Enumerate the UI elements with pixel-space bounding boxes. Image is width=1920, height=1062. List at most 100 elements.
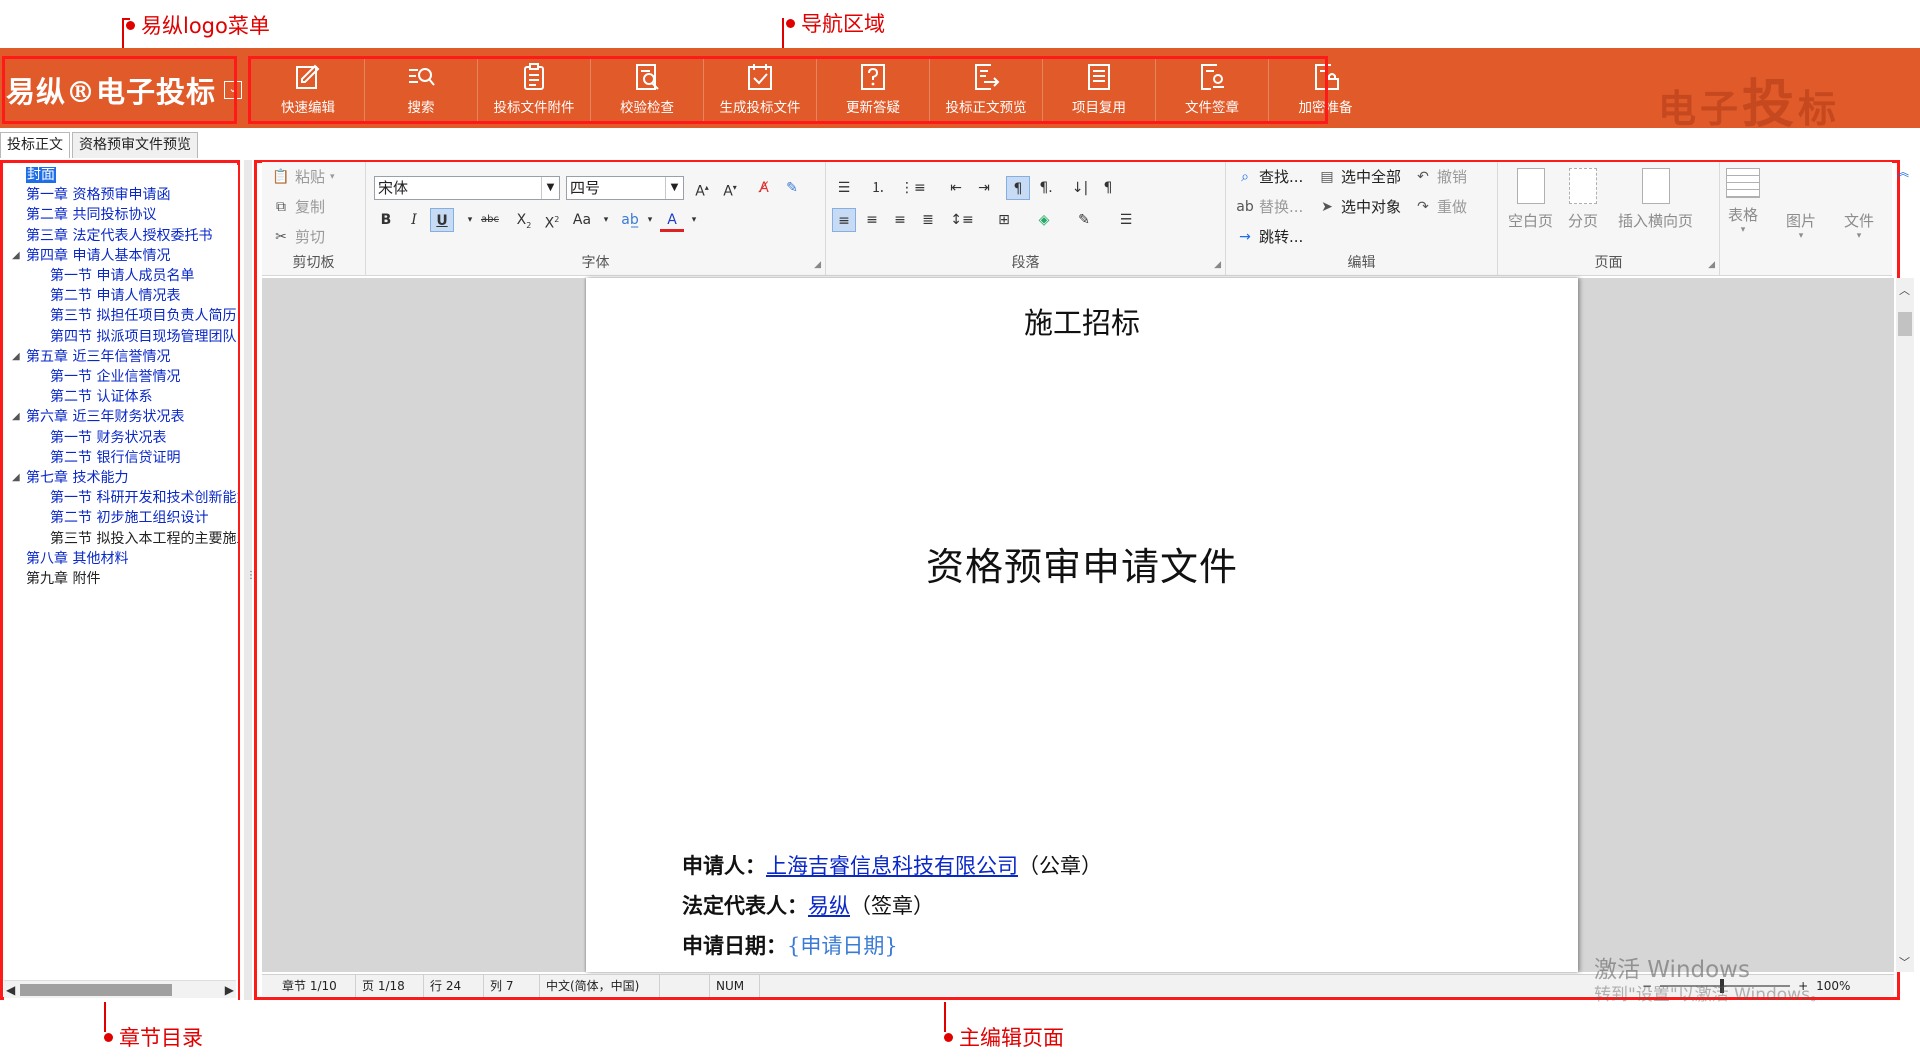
toc-section-item[interactable]: 第三节 拟担任项目负责人简历 xyxy=(50,306,236,326)
borders-icon[interactable]: ⊞ xyxy=(992,208,1016,232)
toc-section-item[interactable]: 第二节 认证体系 xyxy=(50,387,152,407)
bold-icon[interactable]: B xyxy=(374,208,398,232)
align-right-icon[interactable]: ≡ xyxy=(888,208,912,232)
nav-update-qa-button[interactable]: 更新答疑 xyxy=(817,56,930,122)
toc-chapter-item[interactable]: 第九章 附件 xyxy=(26,569,100,589)
toc-chapter-item[interactable]: ◢ 第六章 近三年财务状况表 xyxy=(12,407,184,427)
nav-search-button[interactable]: 搜索 xyxy=(365,56,478,122)
dialog-launcher-icon[interactable]: ◢ xyxy=(1708,260,1715,270)
expand-toggle-icon[interactable]: ◢ xyxy=(12,347,20,367)
toc-chapter-item[interactable]: 第三章 法定代表人授权委托书 xyxy=(26,226,212,246)
applicant-field[interactable]: 上海吉睿信息科技有限公司 xyxy=(766,854,1018,878)
dialog-launcher-icon[interactable]: ◢ xyxy=(814,260,821,270)
strikethrough-icon[interactable]: abc xyxy=(478,208,502,232)
bullet-list-icon[interactable]: ☰ xyxy=(832,176,856,200)
align-left-icon[interactable]: ≡ xyxy=(832,208,856,232)
sort-icon[interactable]: ↓| xyxy=(1068,176,1092,200)
change-case-icon[interactable]: Aa xyxy=(570,208,594,232)
expand-toggle-icon[interactable]: ◢ xyxy=(12,407,20,427)
paste-button[interactable]: 📋 粘贴 ▾ xyxy=(272,166,334,187)
scroll-up-icon[interactable]: ︿ xyxy=(1899,282,1910,298)
underline-icon[interactable]: U xyxy=(430,208,454,232)
toc-section-item[interactable]: 第一节 财务状况表 xyxy=(50,428,166,448)
undo-button[interactable]: ↶ 撤销 xyxy=(1414,166,1467,187)
increase-indent-icon[interactable]: ⇥ xyxy=(972,176,996,200)
dialog-launcher-icon[interactable]: ◢ xyxy=(1214,260,1221,270)
justify-icon[interactable]: ≣ xyxy=(916,208,940,232)
toc-section-item[interactable]: 第四节 拟派项目现场管理团队 xyxy=(50,327,236,347)
nav-attachments-button[interactable]: 投标文件附件 xyxy=(478,56,591,122)
shading-icon[interactable]: ◈ xyxy=(1032,208,1056,232)
cut-button[interactable]: ✂ 剪切 xyxy=(272,226,325,247)
page-break-button[interactable]: 分页 xyxy=(1568,168,1598,231)
date-field[interactable]: {申请日期} xyxy=(787,934,898,958)
toc-chapter-item[interactable]: ◢ 第五章 近三年信誉情况 xyxy=(12,347,170,367)
editor-vertical-scrollbar[interactable]: ︿ ﹀ xyxy=(1896,278,1914,972)
toc-chapter-item[interactable]: ◢ 第七章 技术能力 xyxy=(12,468,128,488)
toc-section-item[interactable]: 第一节 申请人成员名单 xyxy=(50,266,194,286)
toc-chapter-item[interactable]: 第二章 共同投标协议 xyxy=(26,205,156,225)
numbered-list-icon[interactable]: ⒈ xyxy=(866,176,890,200)
line-weight-icon[interactable]: ☰ xyxy=(1114,208,1138,232)
clear-format-icon[interactable]: A̸ xyxy=(752,176,776,200)
logo-menu[interactable]: 易纵®电子投标 ⌄ xyxy=(6,58,243,122)
nav-signature-button[interactable]: 文件签章 xyxy=(1156,56,1269,122)
find-button[interactable]: ⌕ 查找... xyxy=(1236,166,1303,187)
document-page[interactable]: ———————————————— 施工招标 资格预审申请文件 申请人：上海吉睿信… xyxy=(586,278,1578,972)
toc-chapter-item[interactable]: ◢ 第四章 申请人基本情况 xyxy=(12,246,170,266)
toc-section-item[interactable]: 第二节 初步施工组织设计 xyxy=(50,508,208,528)
file-button[interactable]: 文件 ▾ xyxy=(1844,168,1874,241)
collapse-ribbon-icon[interactable]: ︽ xyxy=(1897,163,1909,180)
expand-toggle-icon[interactable]: ◢ xyxy=(12,468,20,488)
redo-button[interactable]: ↷ 重做 xyxy=(1414,196,1467,217)
panel-splitter[interactable]: ⋮ xyxy=(244,160,256,1000)
scroll-down-icon[interactable]: ﹀ xyxy=(1899,954,1910,970)
nav-preview-button[interactable]: 投标正文预览 xyxy=(930,56,1043,122)
select-object-button[interactable]: ➤ 选中对象 xyxy=(1318,196,1401,217)
goto-button[interactable]: → 跳转... xyxy=(1236,226,1303,247)
tab-bid-body[interactable]: 投标正文 xyxy=(0,132,70,158)
grow-font-icon[interactable]: A▴ xyxy=(690,176,714,200)
toc-section-item[interactable]: 第二节 银行信贷证明 xyxy=(50,448,180,468)
table-button[interactable]: 表格 ▾ xyxy=(1726,168,1760,235)
multilevel-list-icon[interactable]: ⋮≡ xyxy=(900,176,926,200)
pen-border-icon[interactable]: ✎ xyxy=(1072,208,1096,232)
landscape-page-button[interactable]: 插入横向页 xyxy=(1618,168,1693,231)
tab-prequal-preview[interactable]: 资格预审文件预览 xyxy=(72,132,198,158)
replace-button[interactable]: ab 替换... xyxy=(1236,196,1303,217)
toc-section-item[interactable]: 第一节 企业信誉情况 xyxy=(50,367,180,387)
toc-section-item[interactable]: 第一节 科研开发和技术创新能力 xyxy=(50,488,238,508)
line-spacing-icon[interactable]: ↕≡ xyxy=(950,208,974,232)
show-marks-icon[interactable]: ¶ xyxy=(1096,176,1120,200)
toc-section-item[interactable]: 第二节 申请人情况表 xyxy=(50,286,180,306)
dropdown-icon[interactable]: ▾ xyxy=(638,208,662,232)
shrink-font-icon[interactable]: A▾ xyxy=(718,176,742,200)
representative-field[interactable]: 易纵 xyxy=(808,894,850,918)
copy-button[interactable]: ⧉ 复制 xyxy=(272,196,325,217)
format-painter-icon[interactable]: ✎ xyxy=(780,176,804,200)
nav-validate-button[interactable]: 校验检查 xyxy=(591,56,704,122)
font-size-select[interactable]: 四号 ▼ xyxy=(566,176,684,200)
toc-chapter-item[interactable]: 第八章 其他材料 xyxy=(26,549,128,569)
scroll-thumb[interactable] xyxy=(1898,312,1912,336)
dropdown-icon[interactable]: ▾ xyxy=(682,208,706,232)
scroll-thumb[interactable] xyxy=(20,984,172,996)
italic-icon[interactable]: I xyxy=(402,208,426,232)
expand-toggle-icon[interactable]: ◢ xyxy=(12,246,20,266)
select-all-button[interactable]: ▤ 选中全部 xyxy=(1318,166,1401,187)
toc-chapter-item[interactable]: 第一章 资格预审申请函 xyxy=(26,185,170,205)
scroll-right-icon[interactable]: ▶ xyxy=(225,983,234,997)
rtl-icon[interactable]: ¶. xyxy=(1034,176,1058,200)
decrease-indent-icon[interactable]: ⇤ xyxy=(944,176,968,200)
toc-section-item[interactable]: 第三节 拟投入本工程的主要施工 xyxy=(50,529,238,549)
subscript-icon[interactable]: X2 xyxy=(512,208,536,232)
blank-page-button[interactable]: 空白页 xyxy=(1508,168,1553,231)
font-family-select[interactable]: 宋体 ▼ xyxy=(374,176,560,200)
nav-reuse-button[interactable]: 项目复用 xyxy=(1043,56,1156,122)
nav-quick-edit-button[interactable]: 快速编辑 xyxy=(252,56,365,122)
toc-chapter-item[interactable]: 封面 xyxy=(26,165,56,185)
font-color-icon[interactable]: A xyxy=(660,208,684,232)
image-button[interactable]: 图片 ▾ xyxy=(1786,168,1816,241)
dropdown-icon[interactable]: ▾ xyxy=(594,208,618,232)
toc-horizontal-scrollbar[interactable]: ◀ ▶ xyxy=(4,980,236,998)
